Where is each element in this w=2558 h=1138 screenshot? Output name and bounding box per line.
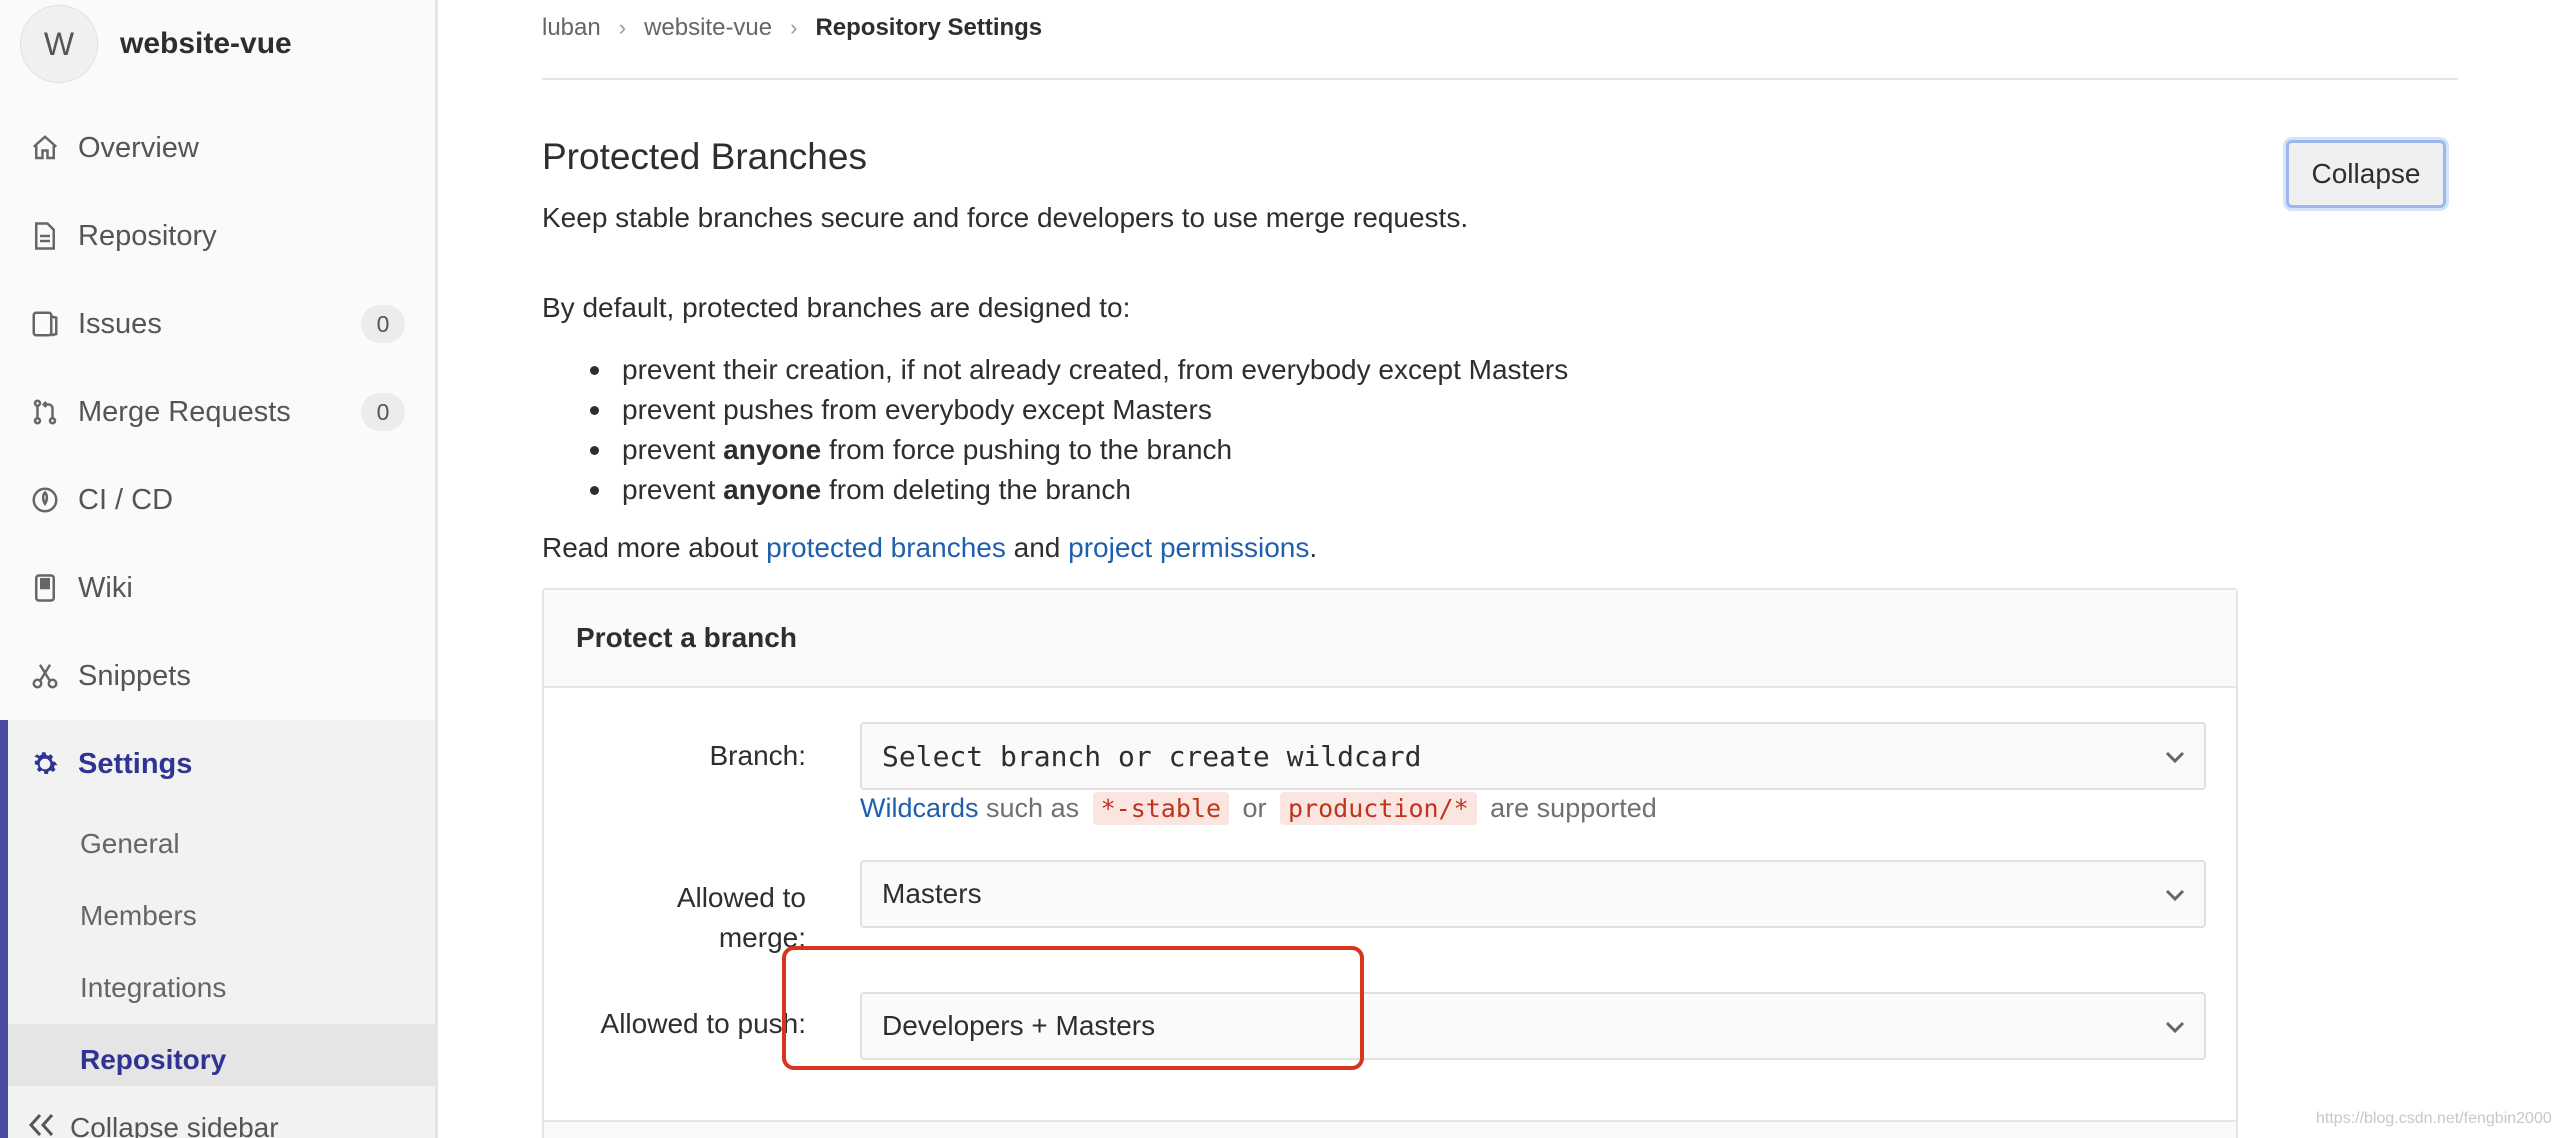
wildcard-hint: Wildcards such as *-stable or production… bbox=[860, 792, 1657, 825]
hint-text: are supported bbox=[1482, 793, 1657, 823]
allowed-to-merge-select[interactable]: Masters bbox=[860, 860, 2206, 928]
collapse-sidebar-label: Collapse sidebar bbox=[70, 1112, 279, 1138]
sidebar-item-ci-cd[interactable]: CI / CD bbox=[0, 460, 435, 540]
sidebar-item-issues[interactable]: Issues 0 bbox=[0, 284, 435, 364]
branch-select-value: Select branch or create wildcard bbox=[882, 739, 1422, 773]
rocket-icon bbox=[28, 483, 62, 517]
collapse-sidebar-button[interactable]: Collapse sidebar bbox=[28, 1112, 279, 1138]
bullet-text: prevent pushes from everybody except Mas… bbox=[622, 394, 1212, 425]
bullet-text: from force pushing to the branch bbox=[821, 434, 1233, 465]
section-title: Protected Branches bbox=[542, 136, 867, 177]
merge-select-value: Masters bbox=[882, 878, 982, 909]
bullet-text: from deleting the branch bbox=[821, 474, 1131, 505]
merge-requests-count-badge: 0 bbox=[361, 393, 405, 431]
sidebar-item-label: Wiki bbox=[78, 571, 133, 604]
sidebar-item-snippets[interactable]: Snippets bbox=[0, 636, 435, 716]
sidebar-item-label: Repository bbox=[78, 219, 217, 252]
label-line: merge: bbox=[718, 922, 806, 953]
chevron-down-icon bbox=[2165, 751, 2185, 764]
settings-sub-general[interactable]: General bbox=[80, 828, 180, 860]
chevron-right-icon: › bbox=[618, 15, 627, 40]
card-title: Protect a branch bbox=[576, 622, 797, 653]
list-item: prevent their creation, if not already c… bbox=[584, 350, 1568, 390]
home-icon bbox=[28, 131, 62, 165]
branch-select[interactable]: Select branch or create wildcard bbox=[860, 722, 2206, 790]
code-snippet: *-stable bbox=[1092, 792, 1230, 825]
chevron-right-icon: › bbox=[790, 15, 798, 40]
project-permissions-link[interactable]: project permissions bbox=[1068, 532, 1309, 563]
page: W website-vue Overview Repository Issues… bbox=[0, 0, 2558, 1138]
list-item: prevent anyone from force pushing to the… bbox=[584, 430, 1568, 470]
bullet-text: prevent their creation, if not already c… bbox=[622, 354, 1569, 385]
divider bbox=[542, 78, 2458, 80]
watermark: https://blog.csdn.net/fengbin2000 bbox=[2316, 1110, 2552, 1127]
sidebar-item-overview[interactable]: Overview bbox=[0, 108, 435, 188]
sidebar-item-label: CI / CD bbox=[78, 483, 174, 516]
readmore-text: and bbox=[1005, 532, 1069, 563]
wildcards-link[interactable]: Wildcards bbox=[860, 793, 979, 824]
section-description: Keep stable branches secure and force de… bbox=[542, 202, 1469, 233]
sidebar-item-label: Overview bbox=[78, 131, 199, 164]
breadcrumb-current[interactable]: Repository Settings bbox=[815, 14, 1042, 42]
breadcrumb: luban › website-vue › Repository Setting… bbox=[542, 14, 1042, 42]
rules-list: prevent their creation, if not already c… bbox=[584, 350, 1568, 510]
double-chevron-left-icon bbox=[28, 1112, 56, 1138]
code-snippet: production/* bbox=[1280, 792, 1477, 825]
issues-count-badge: 0 bbox=[361, 305, 405, 343]
bullet-text: prevent bbox=[622, 434, 724, 465]
bullet-bold: anyone bbox=[723, 434, 822, 465]
breadcrumb-owner[interactable]: luban bbox=[542, 14, 601, 42]
sidebar-item-merge-requests[interactable]: Merge Requests 0 bbox=[0, 372, 435, 452]
sidebar-item-label: Issues bbox=[78, 307, 162, 340]
issues-icon bbox=[28, 307, 62, 341]
chevron-down-icon bbox=[2165, 1021, 2185, 1034]
project-avatar[interactable]: W bbox=[20, 5, 98, 83]
document-icon bbox=[28, 219, 62, 253]
bullet-bold: anyone bbox=[723, 474, 822, 505]
allowed-to-push-label: Allowed to push: bbox=[600, 1008, 806, 1039]
branch-label: Branch: bbox=[709, 740, 807, 771]
card-header: Protect a branch bbox=[544, 590, 2236, 688]
settings-sub-members[interactable]: Members bbox=[80, 900, 197, 932]
allowed-to-merge-label: Allowed to merge: bbox=[544, 878, 806, 958]
sidebar-item-label: Snippets bbox=[78, 659, 191, 692]
sidebar-item-settings[interactable]: Settings bbox=[0, 724, 435, 804]
merge-request-icon bbox=[28, 395, 62, 429]
gear-icon bbox=[28, 747, 62, 781]
settings-sub-repository[interactable]: Repository bbox=[80, 1044, 226, 1076]
sidebar-item-label: Settings bbox=[78, 747, 193, 780]
intro-text: By default, protected branches are desig… bbox=[542, 292, 1131, 323]
book-icon bbox=[28, 571, 62, 605]
read-more: Read more about protected branches and p… bbox=[542, 532, 1317, 564]
protected-branches-link[interactable]: protected branches bbox=[766, 532, 1006, 563]
annotation-highlight-box bbox=[782, 946, 1364, 1070]
chevron-down-icon bbox=[2165, 889, 2185, 902]
project-header[interactable]: W website-vue bbox=[20, 5, 292, 83]
label-line: Allowed to bbox=[676, 882, 806, 913]
settings-sub-integrations[interactable]: Integrations bbox=[80, 972, 226, 1004]
sidebar-item-wiki[interactable]: Wiki bbox=[0, 548, 435, 628]
bullet-text: prevent bbox=[622, 474, 724, 505]
hint-text: such as bbox=[978, 793, 1087, 823]
list-item: prevent pushes from everybody except Mas… bbox=[584, 390, 1568, 430]
sidebar-item-label: Merge Requests bbox=[78, 395, 291, 428]
hint-text: or bbox=[1235, 793, 1275, 823]
sidebar: W website-vue Overview Repository Issues… bbox=[0, 0, 438, 1138]
scissors-icon bbox=[28, 659, 62, 693]
readmore-text: . bbox=[1309, 532, 1318, 563]
collapse-button[interactable]: Collapse bbox=[2286, 140, 2446, 208]
sidebar-item-repository[interactable]: Repository bbox=[0, 196, 435, 276]
project-name[interactable]: website-vue bbox=[120, 27, 292, 61]
list-item: prevent anyone from deleting the branch bbox=[584, 470, 1568, 510]
readmore-text: Read more about bbox=[542, 532, 767, 563]
card-footer bbox=[544, 1120, 2236, 1138]
breadcrumb-project[interactable]: website-vue bbox=[644, 14, 772, 42]
